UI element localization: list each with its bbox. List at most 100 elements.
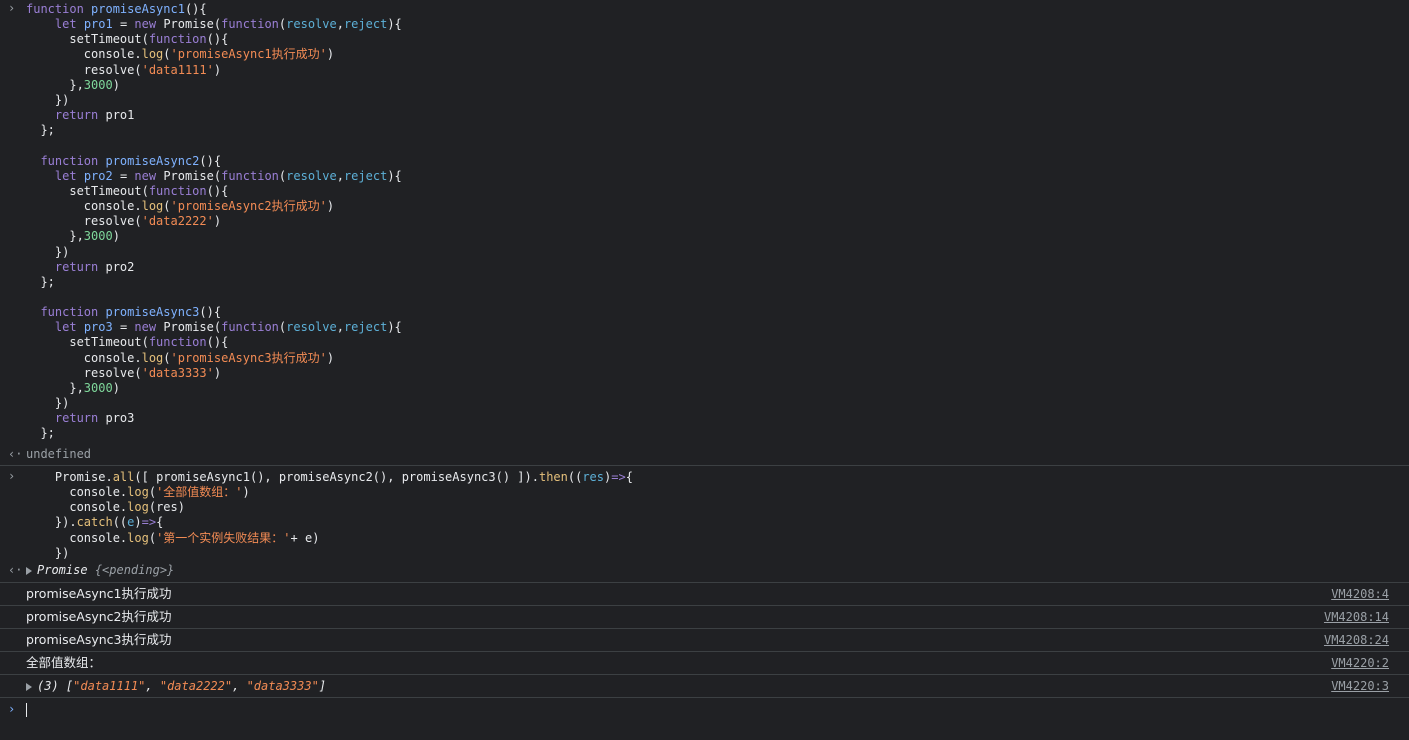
log-message: promiseAsync1执行成功 VM4208:4 (0, 582, 1409, 605)
expand-triangle-icon[interactable] (26, 682, 32, 691)
code-token: (){ (206, 335, 229, 350)
code-token: + e) (290, 530, 320, 545)
code-token: pro3 (83, 320, 113, 335)
code-token: (){ (206, 183, 229, 198)
code-token: catch (76, 515, 113, 530)
console-prompt[interactable]: › (0, 697, 1409, 719)
promise-state: {<pending>} (94, 563, 175, 577)
code-token: (){ (184, 2, 207, 16)
code-block[interactable]: function promiseAsync1(){ let pro1 = new… (26, 2, 1409, 442)
code-token: reject (343, 168, 388, 183)
code-token: pro2 (83, 168, 113, 183)
code-token: function (40, 305, 106, 320)
source-link[interactable]: VM4208:24 (1324, 629, 1389, 651)
source-link[interactable]: VM4208:4 (1331, 583, 1389, 605)
code-token: }; (26, 123, 55, 138)
code-token: }) (26, 545, 70, 560)
result-arrow-icon: ‹· (8, 563, 23, 577)
code-token: ) (213, 62, 222, 77)
code-token: setTimeout( (26, 183, 149, 198)
source-link[interactable]: VM4220:3 (1331, 675, 1389, 697)
code-token: console. (26, 350, 142, 365)
code-token: (( (567, 470, 583, 484)
code-token: 'promiseAsync3执行成功' (170, 350, 327, 365)
code-token: (( (112, 515, 128, 530)
code-token: { (156, 515, 164, 530)
console-input-entry: › function promiseAsync1(){ let pro1 = n… (0, 0, 1409, 446)
code-token: resolve( (26, 365, 142, 380)
code-token: => (141, 515, 157, 530)
code-token: function (40, 153, 106, 168)
code-token: console. (26, 485, 128, 500)
code-token: 'data2222' (141, 214, 214, 229)
code-token: }; (26, 274, 55, 289)
prompt-chevron-icon: › (8, 469, 16, 483)
code-token: console. (26, 199, 142, 214)
code-token: let (54, 168, 84, 183)
code-token: 3000 (83, 77, 113, 92)
code-token: function (148, 32, 207, 47)
code-token: 'promiseAsync2执行成功' (170, 199, 327, 214)
array-close-bracket: ] (318, 679, 327, 693)
code-token: console. (26, 500, 128, 515)
code-token: function (148, 183, 207, 198)
console-input-entry: › Promise.all([ promiseAsync1(), promise… (0, 466, 1409, 562)
code-token: (){ (206, 32, 229, 47)
code-token: }, (26, 380, 84, 395)
code-token: pro1 (105, 108, 135, 123)
code-token: Promise( (163, 17, 222, 32)
log-text: promiseAsync1执行成功 (26, 586, 172, 601)
code-token: , (336, 17, 344, 32)
code-token: { (625, 470, 633, 484)
code-token: promiseAsync1 (91, 2, 185, 16)
text-caret (26, 702, 27, 717)
code-token: }, (26, 77, 84, 92)
code-token: Promise( (163, 320, 222, 335)
code-token: 3000 (83, 380, 113, 395)
log-text: 全部值数组： (26, 655, 102, 670)
source-link[interactable]: VM4220:2 (1331, 652, 1389, 674)
code-token: ){ (387, 168, 402, 183)
code-token: }, (26, 229, 84, 244)
code-token: return (54, 259, 106, 274)
code-token: ) (112, 77, 120, 92)
code-token: '全部值数组：' (156, 485, 243, 500)
code-token: }). (26, 515, 77, 530)
code-token: ) (112, 380, 120, 395)
devtools-console: › function promiseAsync1(){ let pro1 = n… (0, 0, 1409, 740)
code-token: ) (134, 515, 142, 530)
code-token: 'data1111' (141, 62, 214, 77)
code-token: resolve (286, 320, 337, 335)
log-array-message: (3) ["data1111", "data2222", "data3333"]… (0, 674, 1409, 697)
code-token: function (148, 335, 207, 350)
code-block[interactable]: Promise.all([ promiseAsync1(), promiseAs… (26, 470, 1409, 561)
console-result-entry: ‹· Promise {<pending>} (0, 562, 1409, 582)
code-token: setTimeout( (26, 32, 149, 47)
code-token: Promise. (26, 470, 113, 484)
array-expander[interactable]: (3) ["data1111", "data2222", "data3333"] (26, 679, 326, 693)
code-token: function (221, 168, 279, 183)
code-token: = (112, 320, 135, 335)
code-token: return (54, 108, 106, 123)
code-token: log (141, 47, 164, 62)
code-token: res (582, 470, 605, 484)
source-link[interactable]: VM4208:14 (1324, 606, 1389, 628)
code-token: return (54, 411, 106, 426)
code-token: ([ promiseAsync1(), promiseAsync2(), pro… (134, 470, 539, 484)
promise-expander[interactable]: Promise {<pending>} (26, 563, 174, 577)
code-token: resolve (286, 17, 337, 32)
code-token: (res) (148, 500, 185, 515)
code-token: pro2 (105, 259, 135, 274)
code-token: 'data3333' (141, 365, 214, 380)
code-token: function (221, 320, 279, 335)
code-token: ){ (387, 320, 402, 335)
code-token: log (141, 350, 164, 365)
code-token: }; (26, 426, 55, 441)
code-token: function (26, 2, 92, 16)
code-token: = (112, 168, 135, 183)
expand-triangle-icon[interactable] (26, 566, 32, 575)
